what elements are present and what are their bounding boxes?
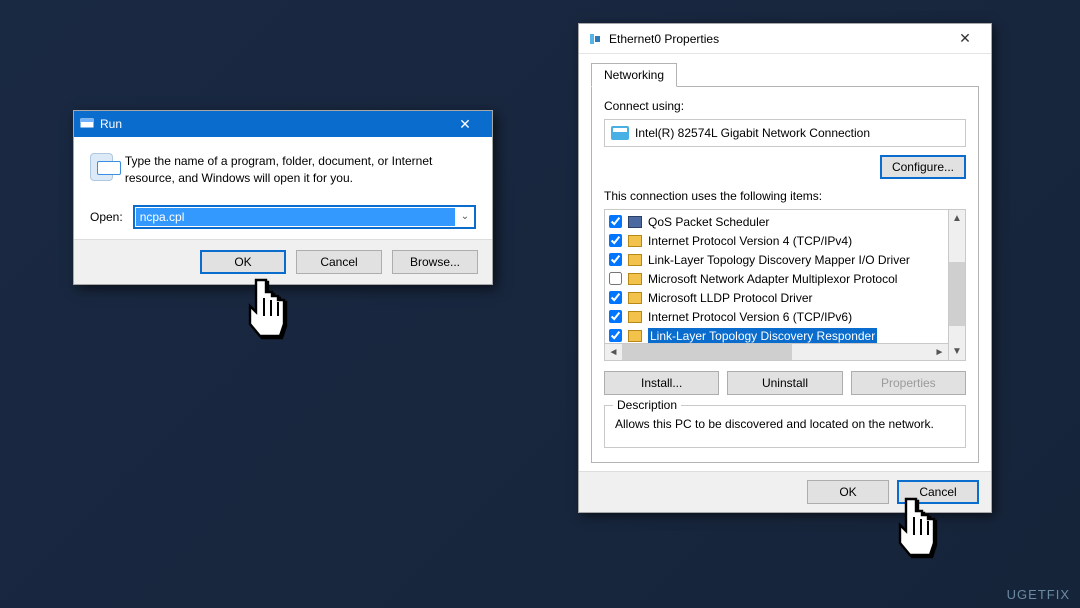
connection-item[interactable]: Link-Layer Topology Discovery Mapper I/O… [607,250,946,269]
connect-using-label: Connect using: [604,99,966,113]
description-fieldset: Description Allows this PC to be discove… [604,405,966,448]
props-title: Ethernet0 Properties [609,32,719,46]
configure-button[interactable]: Configure... [880,155,966,179]
run-app-icon [90,153,113,181]
props-close-button[interactable]: ✕ [947,28,983,50]
connection-items-list[interactable]: QoS Packet Scheduler Internet Protocol Ve… [605,210,948,343]
network-adapter-icon [587,31,603,47]
item-checkbox[interactable] [609,253,622,266]
run-input-combobox[interactable]: ⌄ [133,205,476,229]
connection-item[interactable]: Internet Protocol Version 6 (TCP/IPv6) [607,307,946,326]
item-label: Internet Protocol Version 6 (TCP/IPv6) [648,310,852,324]
run-open-input[interactable] [136,208,455,226]
watermark: UGETFIX [1007,587,1070,602]
item-label: Microsoft Network Adapter Multiplexor Pr… [648,272,897,286]
run-cancel-button[interactable]: Cancel [296,250,382,274]
h-scroll-thumb[interactable] [622,344,792,360]
protocol-icon [628,311,642,323]
protocol-icon [628,235,642,247]
scroll-up-icon[interactable]: ▲ [949,210,965,227]
items-label: This connection uses the following items… [604,189,966,203]
connection-item[interactable]: Microsoft LLDP Protocol Driver [607,288,946,307]
protocol-icon [628,330,642,342]
nic-icon [611,126,629,140]
props-ok-button[interactable]: OK [807,480,889,504]
tab-panel-networking: Connect using: Intel(R) 82574L Gigabit N… [591,86,979,463]
run-title-icon [80,116,94,133]
qos-icon [628,216,642,228]
connection-items-box: QoS Packet Scheduler Internet Protocol Ve… [604,209,966,361]
tab-strip: Networking [591,58,979,86]
run-description: Type the name of a program, folder, docu… [125,153,476,187]
connection-item[interactable]: Internet Protocol Version 4 (TCP/IPv4) [607,231,946,250]
item-label: QoS Packet Scheduler [648,215,769,229]
scroll-left-icon[interactable]: ◄ [605,347,622,358]
adapter-display: Intel(R) 82574L Gigabit Network Connecti… [604,119,966,147]
connection-item[interactable]: Link-Layer Topology Discovery Responder [607,326,946,343]
run-titlebar[interactable]: Run ✕ [74,111,492,137]
item-label: Link-Layer Topology Discovery Mapper I/O… [648,253,910,267]
ethernet-properties-dialog: Ethernet0 Properties ✕ Networking Connec… [578,23,992,513]
horizontal-scrollbar[interactable]: ◄ ► [605,343,948,360]
connection-item[interactable]: QoS Packet Scheduler [607,212,946,231]
description-text: Allows this PC to be discovered and loca… [615,416,955,433]
item-checkbox[interactable] [609,291,622,304]
item-checkbox[interactable] [609,215,622,228]
scroll-down-icon[interactable]: ▼ [949,343,965,360]
props-footer: OK Cancel [579,471,991,512]
run-button-bar: OK Cancel Browse... [74,239,492,284]
protocol-icon [628,254,642,266]
protocol-icon [628,292,642,304]
run-body: Type the name of a program, folder, docu… [74,137,492,239]
item-checkbox[interactable] [609,310,622,323]
close-icon: ✕ [959,30,971,47]
props-titlebar[interactable]: Ethernet0 Properties ✕ [579,24,991,54]
vertical-scrollbar[interactable]: ▲ ▼ [948,210,965,360]
tab-networking[interactable]: Networking [591,63,677,87]
properties-button[interactable]: Properties [851,371,966,395]
item-label: Internet Protocol Version 4 (TCP/IPv4) [648,234,852,248]
item-label: Link-Layer Topology Discovery Responder [648,328,877,344]
item-checkbox[interactable] [609,329,622,342]
cursor-pointer-icon [240,276,292,340]
item-checkbox[interactable] [609,234,622,247]
run-close-button[interactable]: ✕ [444,113,486,135]
adapter-name: Intel(R) 82574L Gigabit Network Connecti… [635,126,870,140]
close-icon: ✕ [459,116,471,133]
scroll-right-icon[interactable]: ► [931,347,948,358]
protocol-icon [628,273,642,285]
uninstall-button[interactable]: Uninstall [727,371,842,395]
run-title: Run [100,117,122,131]
item-checkbox[interactable] [609,272,622,285]
item-label: Microsoft LLDP Protocol Driver [648,291,813,305]
v-scroll-thumb[interactable] [949,262,965,326]
run-dialog: Run ✕ Type the name of a program, folder… [73,110,493,285]
props-cancel-button[interactable]: Cancel [897,480,979,504]
chevron-down-icon[interactable]: ⌄ [456,211,474,222]
install-button[interactable]: Install... [604,371,719,395]
run-ok-button[interactable]: OK [200,250,286,274]
description-legend: Description [613,398,681,412]
run-browse-button[interactable]: Browse... [392,250,478,274]
run-open-label: Open: [90,210,123,224]
connection-item[interactable]: Microsoft Network Adapter Multiplexor Pr… [607,269,946,288]
